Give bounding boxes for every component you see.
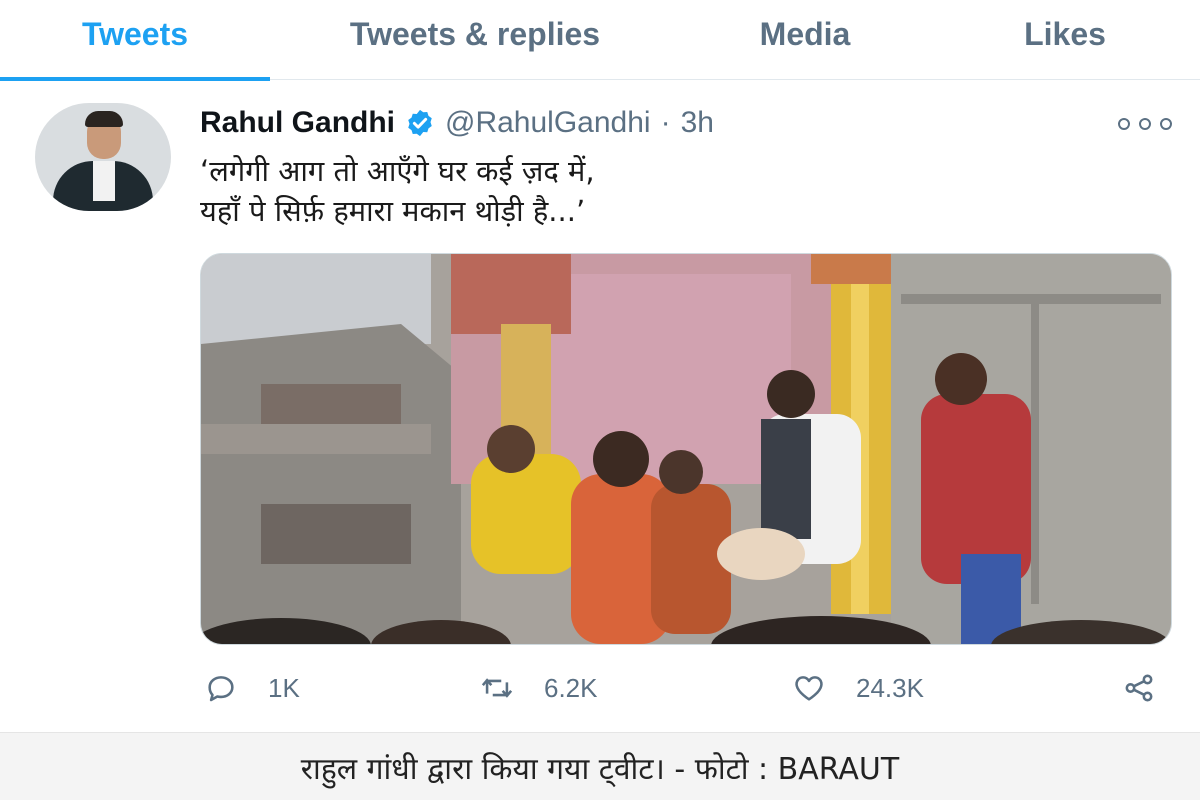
tab-tweets-and-replies[interactable]: Tweets & replies	[270, 0, 680, 80]
more-icon[interactable]	[1118, 115, 1172, 133]
avatar[interactable]	[35, 103, 171, 211]
tweet-text-line: ‘लगेगी आग तो आएँगे घर कई ज़द में,	[200, 154, 595, 188]
share-button[interactable]	[1122, 666, 1156, 710]
tab-tweets[interactable]: Tweets	[0, 0, 270, 81]
tweet[interactable]: Rahul Gandhi @RahulGandhi · 3h ‘लगेगी आग…	[0, 81, 1200, 731]
tab-likes[interactable]: Likes	[930, 0, 1200, 80]
author-handle[interactable]: @RahulGandhi	[445, 106, 651, 140]
more-dot	[1139, 118, 1151, 130]
heart-icon	[795, 676, 823, 701]
more-dot	[1118, 118, 1130, 130]
tab-media-label: Media	[759, 15, 851, 52]
retweet-icon	[481, 678, 513, 698]
separator-dot: ·	[660, 106, 671, 139]
retweet-button[interactable]: 6.2K	[480, 666, 598, 710]
tab-tweets-label: Tweets	[81, 15, 189, 52]
reply-button[interactable]: 1K	[204, 666, 300, 710]
video-thumbnail	[201, 254, 1171, 644]
profile-tabs: Tweets Tweets & replies Media Likes	[0, 0, 1200, 81]
avatar-collar	[93, 161, 115, 201]
reply-count: 1K	[268, 672, 300, 703]
avatar-hair	[85, 111, 123, 127]
tweet-text-line: यहाँ पे सिर्फ़ हमारा मकान थोड़ी है...’	[200, 194, 586, 228]
tab-tweets-and-replies-label: Tweets & replies	[349, 15, 601, 52]
tab-media[interactable]: Media	[680, 0, 930, 80]
author-name[interactable]: Rahul Gandhi	[200, 106, 395, 140]
tweet-time[interactable]: 3h	[681, 106, 714, 140]
tweet-header: Rahul Gandhi @RahulGandhi · 3h	[200, 103, 714, 143]
image-caption: राहुल गांधी द्वारा किया गया ट्वीट। - फोट…	[300, 752, 900, 787]
tweet-actions: 1K 6.2K 24.3K	[200, 666, 1172, 710]
retweet-count: 6.2K	[544, 672, 598, 703]
like-count: 24.3K	[856, 672, 924, 703]
verified-badge-icon	[405, 108, 435, 138]
image-caption-bar: राहुल गांधी द्वारा किया गया ट्वीट। - फोट…	[0, 732, 1200, 800]
tweet-text: ‘लगेगी आग तो आएँगे घर कई ज़द में, यहाँ प…	[200, 151, 1100, 231]
share-icon	[1125, 674, 1153, 702]
tab-likes-label: Likes	[1024, 15, 1106, 52]
like-button[interactable]: 24.3K	[792, 666, 924, 710]
tweet-media-video[interactable]	[200, 253, 1172, 645]
reply-icon	[208, 676, 234, 702]
more-dot	[1160, 118, 1172, 130]
